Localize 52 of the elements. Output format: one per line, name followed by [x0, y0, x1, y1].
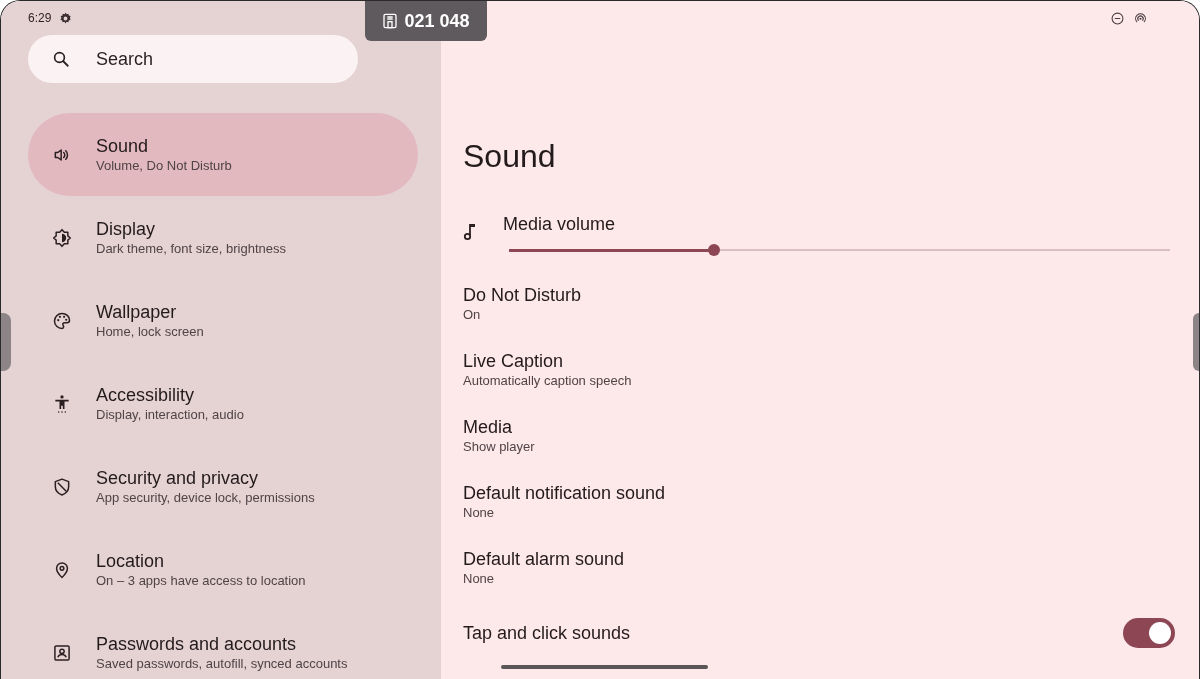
edge-handle[interactable] [1193, 313, 1199, 371]
settings-category[interactable]: Accessibility Display, interaction, audio [28, 362, 418, 445]
palette-icon [52, 310, 72, 331]
accessibility-icon [52, 393, 72, 414]
setting-summary: On [463, 305, 482, 323]
slider-thumb[interactable] [707, 244, 720, 256]
overlay-badge: 021 048 [365, 1, 487, 41]
search-icon [52, 50, 70, 68]
setting-title: Tap and click sounds [463, 622, 631, 644]
category-title: Sound [96, 135, 150, 157]
category-summary: Saved passwords, autofill, synced accounts [96, 655, 348, 672]
category-summary: App security, device lock, permissions [96, 489, 315, 506]
settings-category[interactable]: Passwords and accounts Saved passwords, autofill, synced accounts [28, 611, 418, 679]
category-title: Passwords and accounts [96, 633, 298, 655]
settings-category[interactable]: Wallpaper Home, lock screen [28, 279, 418, 362]
setting-title: Default notification sound [463, 481, 666, 504]
gear-icon [59, 11, 73, 25]
category-title: Wallpaper [96, 301, 178, 323]
brightness-icon [52, 227, 72, 248]
toggle-switch[interactable] [1123, 618, 1175, 648]
setting-summary: None [463, 503, 496, 521]
settings-category[interactable]: Sound Volume, Do Not Disturb [28, 113, 418, 196]
category-summary: Display, interaction, audio [96, 406, 244, 423]
category-summary: Dark theme, font size, brightness [96, 240, 287, 257]
setting-summary: Automatically caption speech [463, 371, 632, 389]
do-not-disturb-icon [1111, 11, 1124, 25]
category-title: Security and privacy [96, 467, 260, 489]
setting-title: Media [463, 415, 514, 438]
settings-category[interactable]: Location On – 3 apps have access to location [28, 528, 418, 611]
category-title: Location [96, 550, 166, 572]
category-title: Accessibility [96, 384, 196, 406]
category-summary: Volume, Do Not Disturb [96, 157, 232, 174]
hotspot-icon [1134, 11, 1147, 25]
music-note-icon [463, 222, 477, 242]
setting-summary: None [463, 569, 496, 587]
search-field[interactable]: Search [28, 35, 358, 83]
setting-title: Do Not Disturb [463, 283, 582, 306]
edge-handle[interactable] [1, 313, 11, 371]
category-summary: Home, lock screen [96, 323, 204, 340]
settings-category[interactable]: Display Dark theme, font size, brightness [28, 196, 418, 279]
status-time: 6:29 [28, 11, 52, 25]
navigation-handle[interactable] [501, 665, 708, 669]
shield-icon [52, 476, 72, 497]
setting-title: Default alarm sound [463, 547, 625, 570]
category-title: Display [96, 218, 157, 240]
slider-label: Media volume [503, 213, 617, 235]
category-summary: On – 3 apps have access to location [96, 572, 306, 589]
setting-title: Live Caption [463, 349, 565, 372]
setting-summary: Show player [463, 437, 535, 455]
page-title: Sound [463, 137, 557, 176]
account-card-icon [52, 642, 72, 663]
settings-category[interactable]: Security and privacy App security, device lock, permissions [28, 445, 418, 528]
